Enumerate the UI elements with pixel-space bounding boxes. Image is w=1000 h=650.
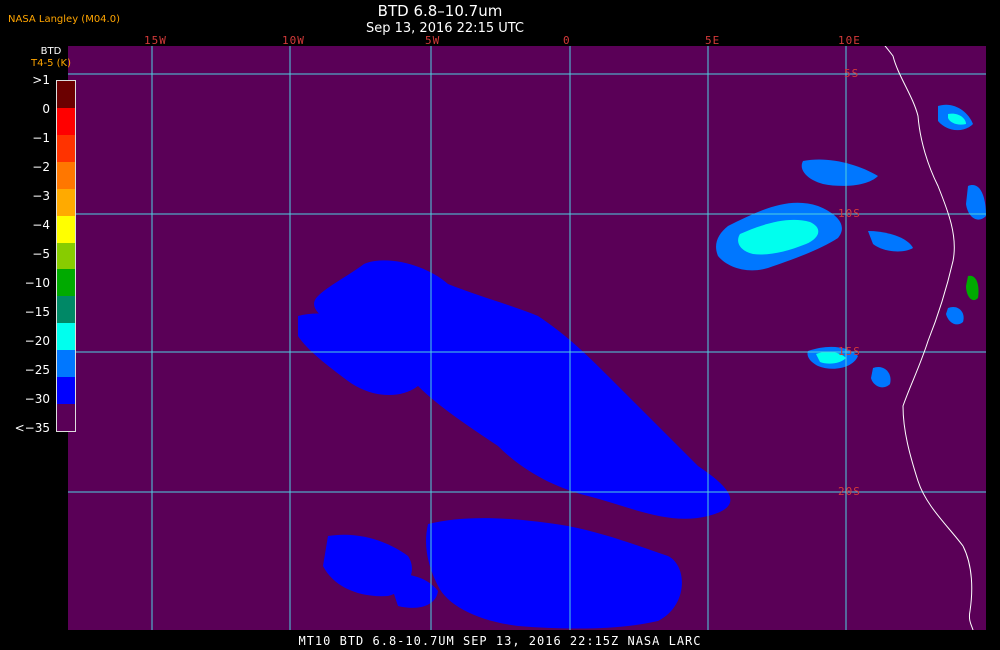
legend-swatch [57, 377, 75, 405]
legend-level-label: −25 [24, 363, 50, 377]
legend-level-label: −10 [24, 276, 50, 290]
legend-swatch [57, 188, 75, 216]
legend-swatch [57, 350, 75, 378]
legend-swatch [57, 215, 75, 243]
lat-label-20s: 20S [838, 485, 861, 498]
satellite-map[interactable] [68, 46, 986, 630]
map-subtitle: Sep 13, 2016 22:15 UTC [365, 21, 525, 36]
legend-level-label: −2 [32, 160, 50, 174]
legend-swatch [57, 161, 75, 189]
coastline [884, 46, 974, 630]
legend-unit: T4-5 (K) [31, 58, 71, 69]
legend-level-label: −20 [24, 334, 50, 348]
legend-level-label: 0 [42, 102, 50, 116]
legend-swatch [57, 323, 75, 351]
legend-level-label: −1 [32, 131, 50, 145]
legend-level-label: −15 [24, 305, 50, 319]
color-legend-bar [56, 80, 76, 432]
footer-caption: MT10 BTD 6.8-10.7UM SEP 13, 2016 22:15Z … [298, 634, 702, 648]
legend-swatch [57, 107, 75, 135]
legend-swatch [57, 296, 75, 324]
legend-level-label: >1 [32, 73, 50, 87]
lat-label-15s: 15S [838, 345, 861, 358]
legend-level-label: −5 [32, 247, 50, 261]
lat-label-5s: 5S [844, 67, 860, 80]
legend-level-label: <−35 [14, 421, 50, 435]
legend-swatch [57, 134, 75, 162]
legend-level-label: −3 [32, 189, 50, 203]
legend-level-label: −30 [24, 392, 50, 406]
lat-label-10s: 10S [838, 207, 861, 220]
cloud-field-blue [298, 260, 731, 629]
legend-swatch [57, 81, 75, 108]
map-title: BTD 6.8–10.7um [377, 2, 503, 20]
legend-level-label: −4 [32, 218, 50, 232]
legend-title: BTD T4-5 (K) [26, 46, 76, 70]
legend-swatch [57, 404, 75, 431]
legend-swatch [57, 242, 75, 270]
legend-swatch [57, 269, 75, 297]
map-canvas [68, 46, 986, 630]
legend-heading: BTD [40, 46, 62, 57]
